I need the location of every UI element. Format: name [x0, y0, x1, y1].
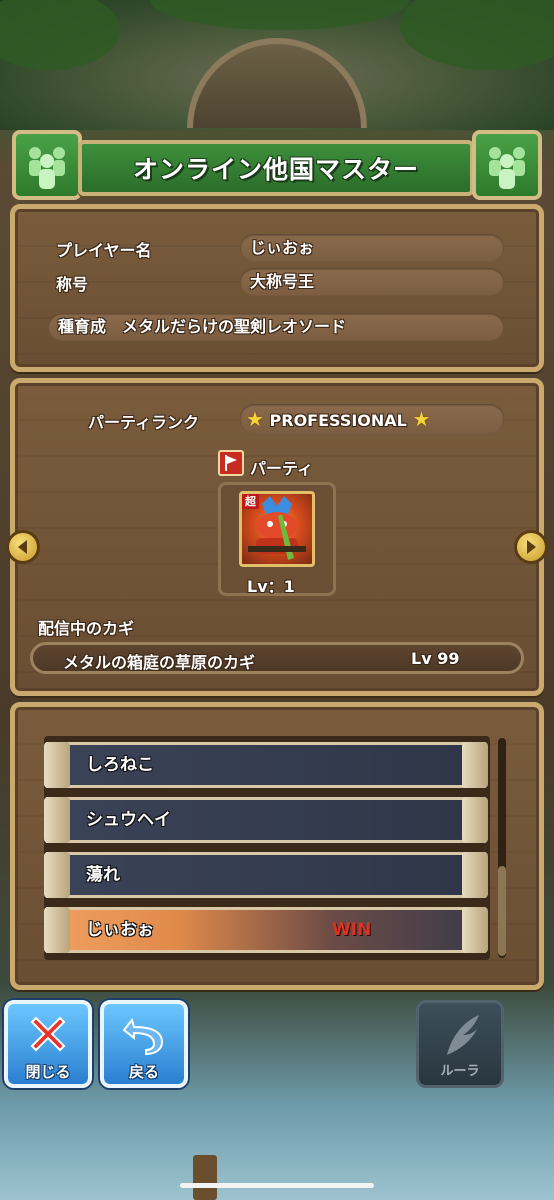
super-rank-badge: 超 [242, 494, 259, 509]
foliage [150, 0, 410, 30]
list-item[interactable]: じぃおぉ WIN [44, 907, 488, 953]
win-result: WIN [332, 920, 372, 940]
next-arrow-button[interactable] [514, 530, 548, 564]
wing-icon [447, 1015, 479, 1055]
back-button[interactable]: 戻る [100, 1000, 188, 1088]
close-icon [30, 1016, 66, 1052]
player-name-value: じぃおぉ [240, 234, 504, 262]
star-icon: ★ [412, 407, 431, 431]
flag-icon [218, 450, 244, 476]
home-indicator[interactable] [180, 1183, 374, 1188]
scroll-thumb[interactable] [498, 866, 506, 956]
title-value: 大称号王 [240, 268, 504, 296]
close-label: 閉じる [25, 1063, 71, 1081]
dock-post [193, 1155, 217, 1200]
prev-arrow-button[interactable] [6, 530, 40, 564]
group-crest-icon [472, 130, 542, 200]
close-button[interactable]: 閉じる [4, 1000, 92, 1088]
lure-button[interactable]: ルーラ [416, 1000, 504, 1088]
key-name: メタルの箱庭の草原のカギ [63, 653, 256, 672]
jungle-background [0, 0, 554, 130]
party-monster-card[interactable]: 超 Lv：1 [218, 482, 336, 596]
row-cap-right [462, 742, 488, 788]
list-scrollbar[interactable] [498, 738, 506, 958]
party-rank-field: ★ PROFESSIONAL ★ [240, 404, 504, 434]
row-cap-left [44, 797, 70, 843]
party-rank-label: パーティランク [88, 413, 200, 432]
lure-label: ルーラ [440, 1064, 480, 1079]
opponent-name: 蕩れ [86, 865, 120, 885]
list-item[interactable]: しろねこ [44, 742, 488, 788]
star-icon: ★ [246, 407, 264, 431]
foliage [400, 0, 554, 70]
group-crest-icon [12, 130, 82, 200]
key-section-label: 配信中のカギ [38, 619, 135, 638]
foliage [0, 0, 120, 70]
breeding-info: 種育成 メタルだらけの聖剣レオソード [48, 313, 504, 341]
title-label: 称号 [56, 275, 89, 294]
row-cap-right [462, 852, 488, 898]
opponent-name: しろねこ [86, 755, 154, 775]
party-rank-value: PROFESSIONAL [269, 411, 407, 430]
row-cap-right [462, 907, 488, 953]
opponent-name: じぃおぉ [86, 920, 154, 940]
return-arrow-icon [122, 1017, 164, 1056]
row-cap-left [44, 907, 70, 953]
monster-portrait: 超 [239, 491, 315, 567]
list-item[interactable]: シュウヘイ [44, 797, 488, 843]
screen-title: オンライン他国マスター [132, 155, 419, 184]
key-level: Lv 99 [411, 649, 460, 668]
player-name-label: プレイヤー名 [56, 241, 152, 260]
row-cap-left [44, 742, 70, 788]
screen-title-banner: オンライン他国マスター [78, 140, 474, 196]
monster-level: Lv：1 [247, 577, 295, 596]
party-label: パーティ [250, 459, 314, 478]
opponent-name: シュウヘイ [86, 810, 171, 830]
row-cap-right [462, 797, 488, 843]
back-label: 戻る [128, 1063, 159, 1081]
streaming-key-bar[interactable]: メタルの箱庭の草原のカギ Lv 99 [30, 642, 524, 674]
temple-arch [187, 38, 367, 128]
list-item[interactable]: 蕩れ [44, 852, 488, 898]
row-cap-left [44, 852, 70, 898]
